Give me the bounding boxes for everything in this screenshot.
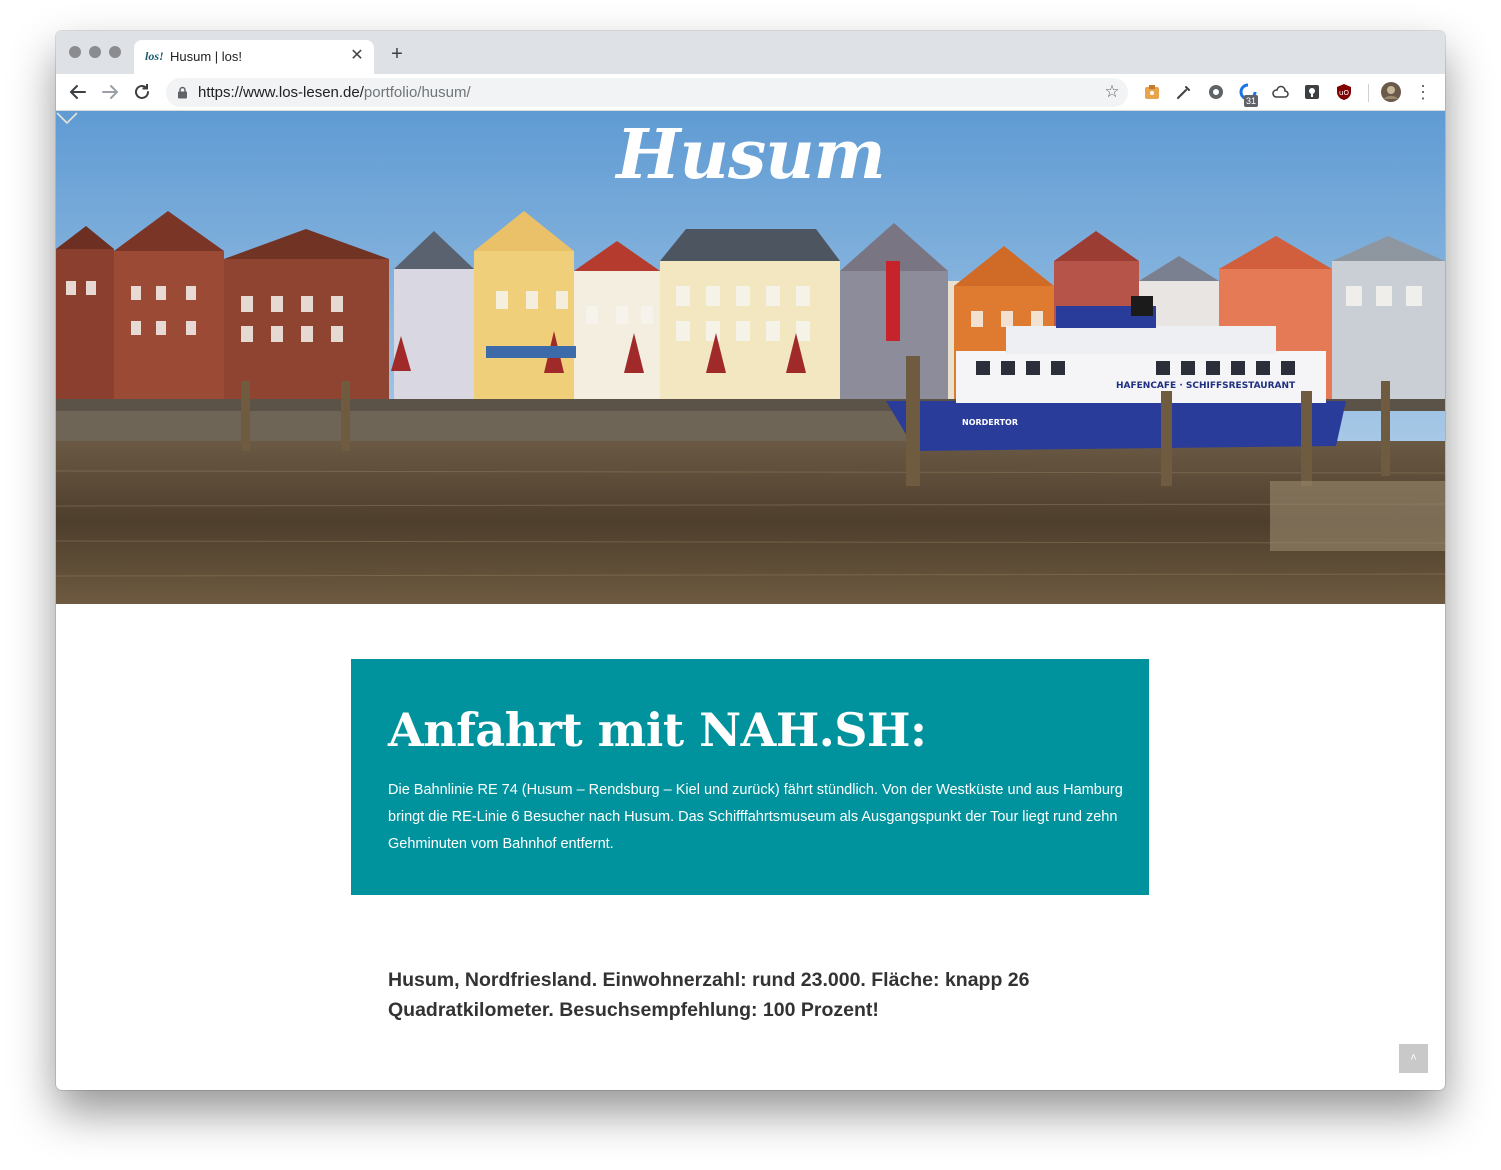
new-tab-button[interactable]: + <box>386 43 408 65</box>
address-bar[interactable]: https://www.los-lesen.de/portfolio/husum… <box>166 78 1128 107</box>
intro-paragraph: Husum, Nordfriesland. Einwohnerzahl: run… <box>388 969 1030 1021</box>
ublock-shield-icon[interactable]: uO <box>1335 83 1353 101</box>
reload-icon[interactable] <box>131 81 153 103</box>
toolbar-separator <box>1368 84 1369 102</box>
extension-shopping-icon[interactable] <box>1143 83 1161 101</box>
scroll-down-chevron-icon[interactable] <box>56 111 78 125</box>
arrival-heading: Anfahrt mit NAH.SH: <box>388 703 927 757</box>
url-host: https://www.los-lesen.de/ <box>198 84 364 101</box>
eyedropper-icon[interactable] <box>1175 83 1193 101</box>
hull-lettering: NORDERTOR <box>962 418 1018 427</box>
gear-extension-icon[interactable] <box>1207 83 1225 101</box>
browser-window: los! Husum | los! ✕ + https://www.los-le… <box>56 31 1445 1090</box>
minimize-window-icon[interactable] <box>89 46 101 58</box>
ship-lettering: HAFENCAFE · SCHIFFSRESTAURANT <box>1116 381 1296 391</box>
cloud-icon[interactable] <box>1271 83 1289 101</box>
calendar-badge: 31 <box>1244 95 1259 107</box>
back-arrow-icon[interactable] <box>67 81 89 103</box>
tab-title: Husum | los! <box>170 49 243 64</box>
forward-arrow-icon[interactable] <box>99 81 121 103</box>
hero-section: HAFENCAFE · SCHIFFSRESTAURANT NORDERTOR … <box>56 111 1445 604</box>
favicon: los! <box>145 49 164 63</box>
lightbulb-extension-icon[interactable] <box>1303 83 1321 101</box>
back-to-top-button[interactable]: ˄ <box>1399 1044 1428 1073</box>
arrival-text: Die Bahnlinie RE 74 (Husum – Rendsburg –… <box>388 782 1123 852</box>
url-text: https://www.los-lesen.de/portfolio/husum… <box>198 84 471 101</box>
tab-strip: los! Husum | los! ✕ + <box>56 31 1445 74</box>
hero-title: Husum <box>616 115 885 195</box>
tab-close-icon[interactable]: ✕ <box>347 46 367 66</box>
close-window-icon[interactable] <box>69 46 81 58</box>
url-path: portfolio/husum/ <box>363 84 471 101</box>
browser-toolbar: https://www.los-lesen.de/portfolio/husum… <box>56 74 1445 111</box>
arrival-info-box: Anfahrt mit NAH.SH: Die Bahnlinie RE 74 … <box>351 659 1149 895</box>
lock-icon <box>178 86 187 99</box>
browser-tab-active[interactable]: los! Husum | los! ✕ <box>134 40 374 74</box>
profile-avatar[interactable] <box>1381 82 1401 102</box>
browser-menu-icon[interactable]: ⋮ <box>1414 82 1432 103</box>
bookmark-star-icon[interactable]: ☆ <box>1102 82 1122 102</box>
zoom-window-icon[interactable] <box>109 46 121 58</box>
svg-text:uO: uO <box>1339 89 1349 97</box>
